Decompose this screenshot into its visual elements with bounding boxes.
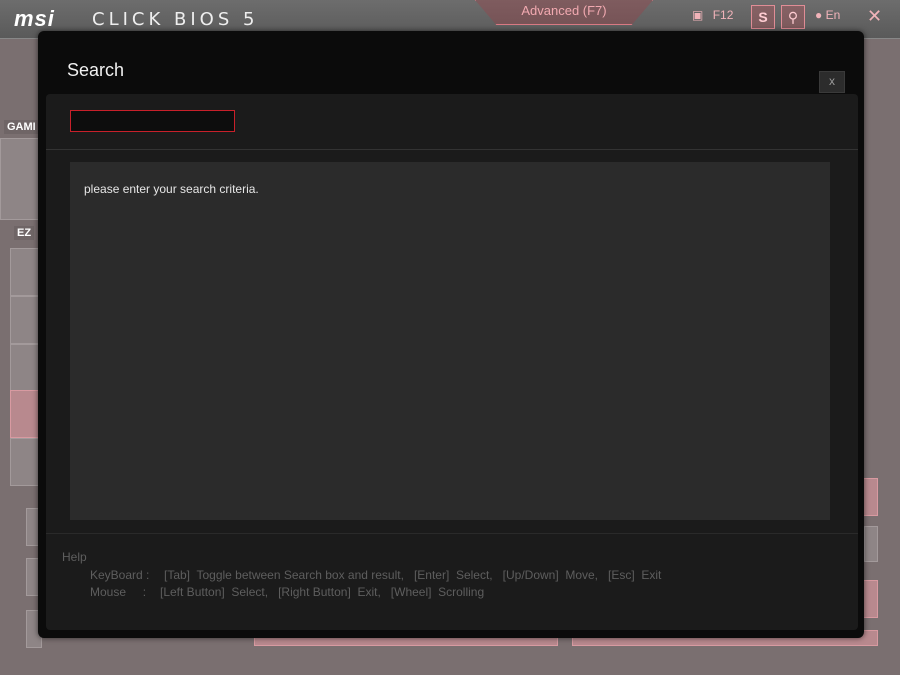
product-title: CLICK BIOS 5: [92, 9, 259, 30]
search-icon: ⚲: [787, 9, 799, 25]
dialog-title: Search: [67, 60, 125, 80]
close-icon: ✕: [867, 6, 883, 26]
game-boost-panel: [0, 138, 42, 220]
ez-mode-label: EZ: [14, 226, 35, 240]
advanced-mode-tab[interactable]: Advanced (F7): [475, 0, 653, 25]
screenshot-key-label: F12: [712, 8, 734, 22]
search-input[interactable]: [70, 110, 235, 132]
globe-icon: ●: [815, 8, 823, 22]
search-results-panel[interactable]: please enter your search criteria.: [70, 162, 830, 520]
dialog-body: please enter your search criteria. Help …: [46, 94, 858, 630]
help-keyboard-text: [Tab] Toggle between Search box and resu…: [164, 568, 662, 582]
s-icon: S: [758, 9, 768, 25]
divider: [46, 149, 858, 150]
language-button[interactable]: ● En: [815, 8, 840, 22]
dialog-close-button[interactable]: x: [819, 71, 845, 93]
screenshot-button[interactable]: ▣ F12: [692, 8, 733, 22]
bg-toggle-right-1: [862, 478, 878, 516]
help-mouse-label: Mouse :: [90, 585, 147, 599]
search-button[interactable]: ⚲: [781, 5, 805, 29]
game-boost-label: GAMI: [4, 120, 39, 134]
results-message: please enter your search criteria.: [84, 182, 259, 196]
help-divider: [46, 533, 858, 534]
bg-toggle-right-3: [862, 580, 878, 618]
bg-toggle-right-2: [864, 526, 878, 562]
settings-s-button[interactable]: S: [751, 5, 775, 29]
msi-logo: msi: [14, 6, 55, 31]
help-mouse-text: [Left Button] Select, [Right Button] Exi…: [160, 585, 485, 599]
help-keyboard-label: KeyBoard :: [90, 568, 150, 582]
language-label: En: [825, 8, 841, 22]
search-dialog: Search x please enter your search criter…: [38, 31, 864, 638]
background-sidebar: GAMI EZ: [0, 38, 42, 675]
camera-icon: ▣: [692, 8, 704, 22]
help-title: Help: [62, 550, 87, 564]
exit-button[interactable]: ✕: [867, 6, 882, 27]
